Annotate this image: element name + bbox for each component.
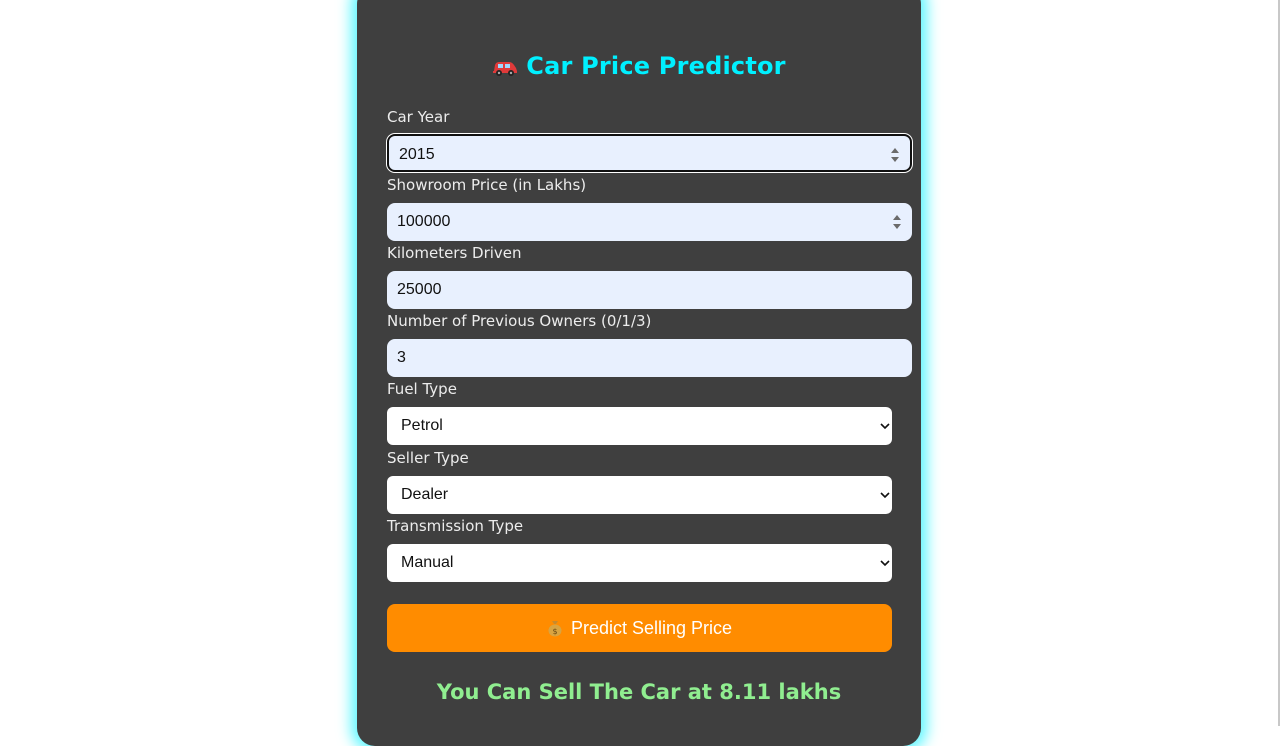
transmission-select[interactable]: Manual [387, 544, 892, 582]
svg-text:$: $ [552, 627, 557, 636]
money-bag-icon: $ [548, 621, 562, 637]
prediction-result: You Can Sell The Car at 8.11 lakhs [436, 680, 842, 704]
predict-button-label: Predict Selling Price [570, 618, 733, 638]
showroom-price-label: Showroom Price (in Lakhs) [387, 176, 587, 194]
chevron-down-icon [880, 423, 890, 430]
kms-driven-label: Kilometers Driven [387, 244, 522, 262]
title-text: Car Price Predictor [526, 52, 786, 80]
chevron-down-icon [880, 560, 890, 567]
page-title: Car Price Predictor [357, 52, 921, 80]
owners-input[interactable]: 3 [387, 339, 912, 377]
car-year-input[interactable]: 2015 [387, 134, 912, 172]
chevron-down-icon [880, 492, 890, 499]
stepper-arrows-icon[interactable] [890, 147, 900, 163]
transmission-label: Transmission Type [387, 517, 524, 535]
kms-driven-input[interactable]: 25000 [387, 271, 912, 309]
fuel-type-label: Fuel Type [387, 380, 457, 398]
seller-type-label: Seller Type [387, 449, 469, 467]
car-year-value: 2015 [399, 146, 435, 163]
fuel-type-selected: Petrol [401, 417, 443, 434]
transmission-selected: Manual [401, 554, 454, 571]
predictor-card: Car Price Predictor Car Year 2015 Showro… [357, 0, 921, 746]
car-year-label: Car Year [387, 108, 450, 126]
showroom-price-value: 100000 [397, 213, 451, 230]
predict-button[interactable]: $ Predict Selling Price [387, 604, 892, 652]
stepper-arrows-icon[interactable] [892, 214, 902, 230]
kms-driven-value: 25000 [397, 281, 442, 298]
owners-value: 3 [397, 349, 406, 366]
seller-type-select[interactable]: Dealer [387, 476, 892, 514]
seller-type-selected: Dealer [401, 486, 449, 503]
owners-label: Number of Previous Owners (0/1/3) [387, 312, 652, 330]
car-icon [493, 62, 518, 76]
fuel-type-select[interactable]: Petrol [387, 407, 892, 445]
showroom-price-input[interactable]: 100000 [387, 203, 912, 241]
